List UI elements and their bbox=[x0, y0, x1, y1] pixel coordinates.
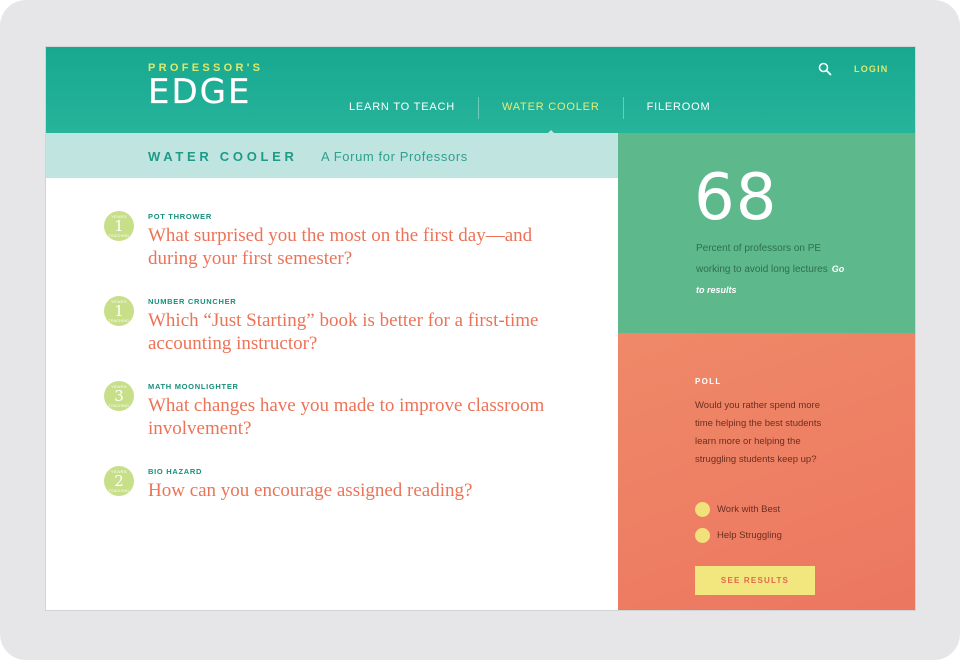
radio-button[interactable] bbox=[695, 527, 710, 543]
search-icon[interactable] bbox=[818, 62, 832, 76]
section-tagline: A Forum for Professors bbox=[321, 149, 468, 164]
years-teaching-badge: YEARS 1 TEACHING bbox=[104, 296, 134, 326]
question-author[interactable]: NUMBER CRUNCHER bbox=[148, 297, 236, 306]
badge-bottom-label: TEACHING bbox=[108, 404, 130, 408]
badge-bottom-label: TEACHING bbox=[108, 234, 130, 238]
screen: PROFESSOR'S EDGE LOGIN LEARN TO TEACH WA… bbox=[45, 46, 916, 611]
section-header: WATER COOLER A Forum for Professors bbox=[46, 133, 618, 178]
stat-description: Percent of professors on PE working to a… bbox=[696, 239, 846, 301]
question-author[interactable]: MATH MOONLIGHTER bbox=[148, 382, 239, 391]
question-author[interactable]: BIO HAZARD bbox=[148, 467, 202, 476]
site-logo[interactable]: PROFESSOR'S EDGE bbox=[148, 62, 263, 109]
nav-water-cooler[interactable]: WATER COOLER bbox=[479, 95, 623, 137]
badge-years: 3 bbox=[114, 387, 124, 405]
poll-option-work-with-best[interactable]: Work with Best bbox=[695, 501, 780, 517]
poll-label: POLL bbox=[695, 377, 722, 386]
poll-question: Would you rather spend more time helping… bbox=[695, 400, 822, 465]
stat-panel: 68 Percent of professors on PE working t… bbox=[618, 133, 915, 333]
badge-years: 2 bbox=[114, 472, 124, 490]
badge-years: 1 bbox=[114, 217, 124, 235]
logo-main-text: EDGE bbox=[148, 72, 252, 112]
poll-option-label[interactable]: Help Struggling bbox=[717, 530, 782, 541]
years-teaching-badge: YEARS 1 TEACHING bbox=[104, 211, 134, 241]
years-teaching-badge: YEARS 2 TEACHING bbox=[104, 466, 134, 496]
see-results-button[interactable]: SEE RESULTS bbox=[695, 566, 815, 595]
nav-water-cooler-label: WATER COOLER bbox=[501, 101, 600, 113]
radio-button[interactable] bbox=[695, 501, 710, 517]
question-title[interactable]: Which “Just Starting” book is better for… bbox=[148, 309, 548, 355]
question-title[interactable]: What changes have you made to improve cl… bbox=[148, 394, 548, 440]
question-title[interactable]: What surprised you the most on the first… bbox=[148, 224, 548, 270]
question-author[interactable]: POT THROWER bbox=[148, 212, 212, 221]
stat-number: 68 bbox=[694, 161, 778, 235]
nav-fileroom[interactable]: FILEROOM bbox=[624, 95, 734, 121]
badge-years: 1 bbox=[114, 302, 124, 320]
section-title: WATER COOLER bbox=[148, 149, 298, 164]
poll-option-help-struggling[interactable]: Help Struggling bbox=[695, 527, 782, 543]
login-link[interactable]: LOGIN bbox=[854, 64, 889, 74]
stat-description-text: Percent of professors on PE working to a… bbox=[696, 243, 828, 275]
main-nav: LEARN TO TEACH WATER COOLER FILEROOM bbox=[326, 95, 734, 137]
tablet-frame: PROFESSOR'S EDGE LOGIN LEARN TO TEACH WA… bbox=[0, 0, 960, 660]
years-teaching-badge: YEARS 3 TEACHING bbox=[104, 381, 134, 411]
poll-panel: POLL Would you rather spend more time he… bbox=[618, 333, 915, 610]
nav-learn-to-teach[interactable]: LEARN TO TEACH bbox=[326, 95, 478, 121]
question-title[interactable]: How can you encourage assigned reading? bbox=[148, 479, 548, 502]
poll-option-label[interactable]: Work with Best bbox=[717, 504, 780, 515]
site-header: PROFESSOR'S EDGE LOGIN LEARN TO TEACH WA… bbox=[46, 47, 915, 137]
badge-bottom-label: TEACHING bbox=[108, 319, 130, 323]
badge-bottom-label: TEACHING bbox=[108, 489, 130, 493]
